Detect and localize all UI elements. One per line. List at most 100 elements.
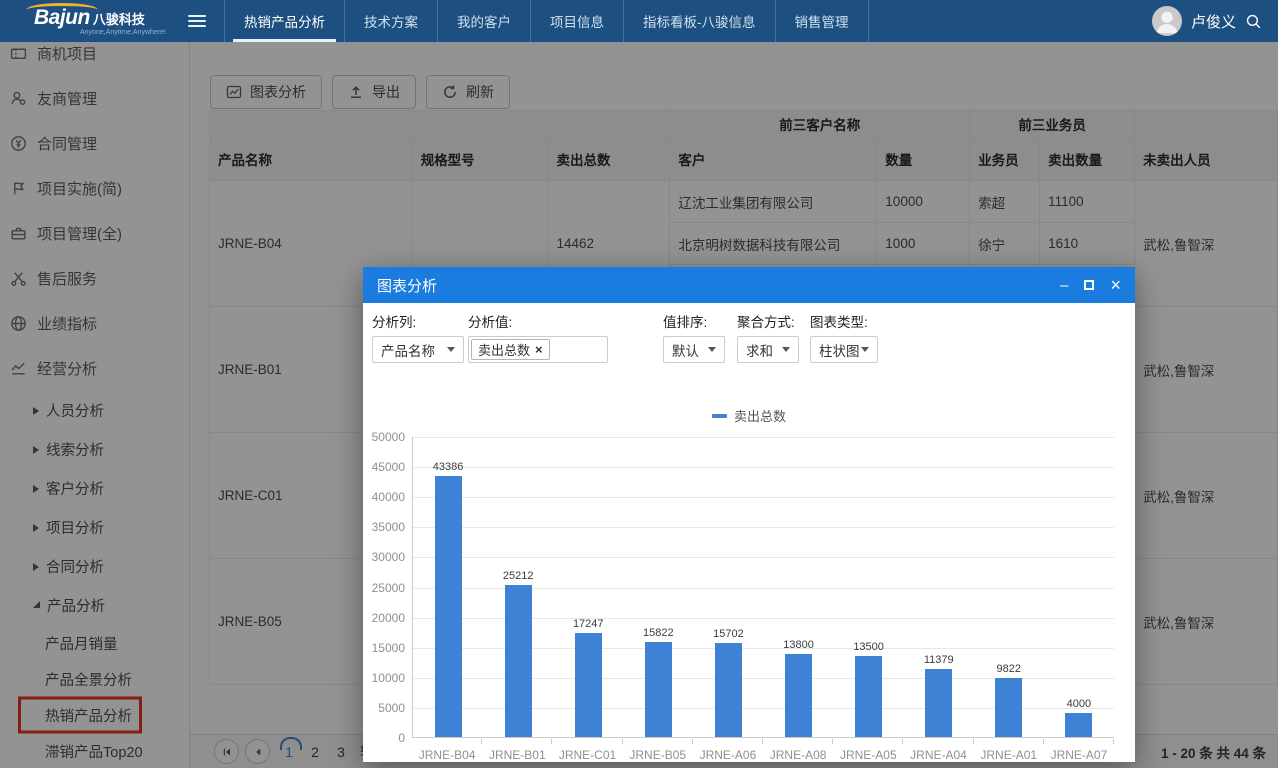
- hamburger-menu-icon[interactable]: [188, 15, 206, 27]
- close-icon[interactable]: ×: [1110, 276, 1121, 294]
- bar-group: 43386: [413, 437, 483, 737]
- bar-value-label: 11379: [924, 654, 954, 666]
- tab-project-info[interactable]: 项目信息: [530, 0, 623, 42]
- field-label: 图表类型:: [810, 311, 878, 331]
- minimize-icon[interactable]: –: [1060, 278, 1068, 293]
- y-axis-tick-label: 40000: [372, 490, 405, 504]
- x-axis-label: JRNE-A08: [763, 739, 833, 762]
- selected-value: 柱状图: [819, 340, 860, 360]
- tab-sales-management[interactable]: 销售管理: [775, 0, 869, 42]
- bar: [855, 656, 882, 737]
- bar-chart: 0500010000150002000025000300003500040000…: [369, 431, 1127, 761]
- bar-group: 9822: [974, 437, 1044, 737]
- bar-group: 4000: [1044, 437, 1114, 737]
- bar: [925, 669, 952, 738]
- chart-type-group: 图表类型: 柱状图: [810, 311, 878, 363]
- tab-my-customers[interactable]: 我的客户: [437, 0, 530, 42]
- selected-value: 产品名称: [381, 340, 435, 360]
- tab-kpi-dashboard[interactable]: 指标看板-八骏信息: [623, 0, 775, 42]
- selected-value: 求和: [746, 340, 773, 360]
- logo-cn-text: 八骏科技: [93, 13, 145, 26]
- bar-value-label: 9822: [997, 663, 1021, 675]
- sort-group: 值排序: 默认: [663, 311, 725, 363]
- bar-value-label: 4000: [1067, 698, 1091, 710]
- bar: [645, 642, 672, 737]
- x-axis-label: JRNE-B04: [412, 739, 482, 762]
- field-label: 值排序:: [663, 311, 725, 331]
- chevron-down-icon: [708, 347, 716, 352]
- logo-tagline: Anyone,Anytime,Anywhere!: [80, 29, 166, 36]
- x-axis-label: JRNE-A01: [974, 739, 1044, 762]
- x-axis-label: JRNE-C01: [552, 739, 622, 762]
- tab-technical-plan[interactable]: 技术方案: [344, 0, 437, 42]
- bar-value-label: 15702: [713, 628, 744, 640]
- sort-select[interactable]: 默认: [663, 336, 725, 363]
- bar: [435, 476, 462, 737]
- field-label: 聚合方式:: [737, 311, 799, 331]
- x-axis-label: JRNE-A04: [903, 739, 973, 762]
- y-axis-tick-label: 25000: [372, 581, 405, 595]
- x-axis-label: JRNE-A05: [833, 739, 903, 762]
- bar-value-label: 13500: [853, 641, 884, 653]
- analysis-value-group: 分析值: 卖出总数 ×: [468, 311, 608, 363]
- chart-type-select[interactable]: 柱状图: [810, 336, 878, 363]
- chevron-down-icon: [782, 347, 790, 352]
- bar-group: 15822: [623, 437, 693, 737]
- chart-x-axis: JRNE-B04JRNE-B01JRNE-C01JRNE-B05JRNE-A06…: [412, 739, 1114, 762]
- bar-group: 13500: [834, 437, 904, 737]
- x-axis-label: JRNE-A06: [693, 739, 763, 762]
- legend-label: 卖出总数: [734, 406, 786, 425]
- bar: [575, 633, 602, 737]
- chart-legend[interactable]: 卖出总数: [363, 406, 1135, 425]
- y-axis-tick-label: 10000: [372, 671, 405, 685]
- y-axis-tick-label: 5000: [378, 701, 405, 715]
- chart-y-axis: 0500010000150002000025000300003500040000…: [369, 437, 409, 738]
- legend-marker-icon: [712, 414, 727, 418]
- selected-value: 默认: [672, 340, 699, 360]
- bar: [505, 585, 532, 737]
- chart-analysis-modal: 图表分析 – × 分析列: 产品名称 分析值: 卖出总数 × 值排序:: [363, 267, 1135, 762]
- tag-label: 卖出总数: [478, 340, 530, 359]
- analysis-column-select[interactable]: 产品名称: [372, 336, 464, 363]
- search-icon[interactable]: [1245, 13, 1262, 30]
- x-axis-label: JRNE-B01: [482, 739, 552, 762]
- bar: [715, 643, 742, 738]
- bar: [995, 678, 1022, 737]
- field-label: 分析列:: [372, 311, 464, 331]
- chart-plot: 43386 25212 17247 15822 15702 13800 13500 11379…: [412, 437, 1114, 738]
- bar: [1065, 713, 1092, 737]
- tab-hot-product-analysis[interactable]: 热销产品分析: [224, 0, 344, 42]
- bar: [785, 654, 812, 737]
- bar-value-label: 13800: [783, 639, 814, 651]
- analysis-column-group: 分析列: 产品名称: [372, 311, 464, 363]
- y-axis-tick-label: 50000: [372, 430, 405, 444]
- tag-remove-icon[interactable]: ×: [535, 342, 543, 357]
- x-axis-label: JRNE-B05: [623, 739, 693, 762]
- analysis-value-tag[interactable]: 卖出总数 ×: [471, 339, 550, 360]
- window-controls: – ×: [1060, 276, 1121, 294]
- bar-group: 25212: [483, 437, 553, 737]
- chevron-down-icon: [447, 347, 455, 352]
- bar-group: 13800: [763, 437, 833, 737]
- app-logo: Bajun 八骏科技 Anyone,Anytime,Anywhere!: [34, 7, 166, 36]
- bar-value-label: 25212: [503, 570, 534, 582]
- modal-title: 图表分析: [377, 275, 437, 296]
- aggregate-select[interactable]: 求和: [737, 336, 799, 363]
- modal-title-bar[interactable]: 图表分析 – ×: [363, 267, 1135, 303]
- bar-value-label: 43386: [433, 461, 464, 473]
- user-avatar[interactable]: [1152, 6, 1182, 36]
- top-nav: Bajun 八骏科技 Anyone,Anytime,Anywhere! 热销产品…: [0, 0, 1278, 42]
- user-name[interactable]: 卢俊义: [1191, 11, 1236, 32]
- bar-value-label: 17247: [573, 618, 604, 630]
- y-axis-tick-label: 20000: [372, 611, 405, 625]
- field-label: 分析值:: [468, 311, 608, 331]
- logo-text: Bajun: [34, 7, 90, 28]
- maximize-icon[interactable]: [1084, 280, 1094, 290]
- nav-tabs: 热销产品分析 技术方案 我的客户 项目信息 指标看板-八骏信息 销售管理: [224, 0, 869, 42]
- bar-group: 15702: [693, 437, 763, 737]
- chevron-down-icon: [861, 347, 869, 352]
- modal-body: 分析列: 产品名称 分析值: 卖出总数 × 值排序: 默认 聚合方式:: [363, 303, 1135, 762]
- aggregate-group: 聚合方式: 求和: [737, 311, 799, 363]
- bar-group: 11379: [904, 437, 974, 737]
- analysis-value-input[interactable]: 卖出总数 ×: [468, 336, 608, 363]
